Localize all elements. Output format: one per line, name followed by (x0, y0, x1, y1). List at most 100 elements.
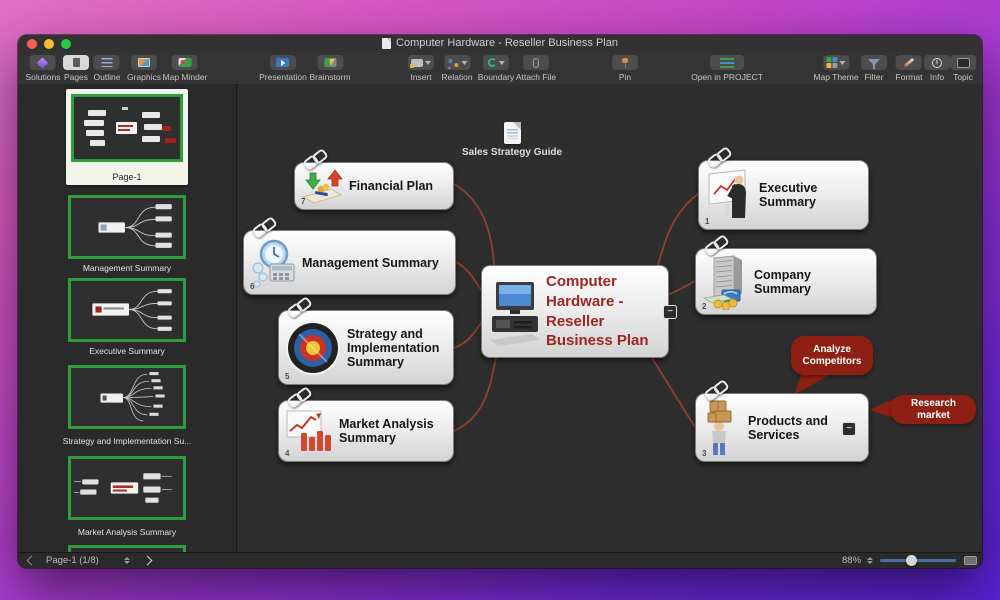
topic-number: 4 (285, 449, 289, 458)
topic-label: Strategy and Implementation Summary (347, 327, 445, 369)
toolbar-button-map-theme[interactable]: Map Theme (813, 55, 858, 82)
toolbar-label: Attach File (516, 73, 556, 82)
topic-number: 3 (702, 449, 706, 458)
desktop-wallpaper: Computer Hardware - Reseller Business Pl… (0, 0, 1000, 600)
page-thumbnail-label: Market Analysis Summary (18, 527, 236, 537)
topic-company-summary[interactable]: 2 Com (695, 248, 877, 315)
zoom-level: 88% (842, 553, 861, 568)
toolbar-label: Relation (441, 73, 472, 82)
page-thumbnail-label: Management Summary (18, 263, 236, 273)
zoom-slider[interactable] (880, 553, 956, 568)
topic-number: 5 (285, 372, 289, 381)
prev-page-button[interactable] (28, 553, 35, 568)
fit-to-window-button[interactable] (964, 553, 977, 568)
building-money-icon (702, 254, 748, 310)
toolbar-button-boundary[interactable]: Boundary (478, 55, 514, 82)
hyperlink-chain-icon (253, 218, 279, 235)
page-stepper[interactable] (124, 553, 130, 568)
topic-financial-plan[interactable]: 7 Financial Plan (294, 162, 454, 210)
gantt-icon (710, 55, 744, 70)
page-thumbnail-preview (71, 94, 183, 162)
topic-number: 7 (301, 197, 305, 206)
mindmap-canvas[interactable]: Sales Strategy Guide (238, 84, 982, 552)
toolbar-button-info[interactable]: i Info (924, 55, 950, 82)
target-icon (285, 320, 341, 376)
pin-icon (612, 55, 638, 70)
toolbar-button-solutions[interactable]: Solutions (26, 55, 61, 82)
central-topic-label: Computer Hardware - Reseller Business Pl… (546, 272, 660, 352)
outline-icon (94, 55, 120, 70)
topic-label: Company Summary (754, 268, 868, 296)
topic-number: 6 (250, 282, 254, 291)
attachment-sales-strategy-guide[interactable]: Sales Strategy Guide (464, 122, 560, 158)
page-thumbnail[interactable] (68, 195, 186, 259)
toolbar-button-attach-file[interactable]: Attach File (516, 55, 556, 82)
topic-label: Financial Plan (349, 179, 433, 193)
callout-analyze-competitors[interactable]: Analyze Competitors (791, 336, 873, 375)
topic-executive-summary[interactable]: 1 Executive Summary (698, 160, 869, 230)
toolbar-label: Outline (94, 73, 121, 82)
hyperlink-chain-icon (705, 236, 731, 253)
toolbar-label: Boundary (478, 73, 514, 82)
zoom-slider-thumb[interactable] (906, 555, 917, 566)
toolbar-button-pages[interactable]: Pages (63, 55, 89, 82)
hyperlink-chain-icon (708, 148, 734, 165)
paperclip-icon (523, 55, 549, 70)
attachment-label: Sales Strategy Guide (462, 147, 562, 158)
toolbar-button-brainstorm[interactable]: Brainstorm (309, 55, 350, 82)
toolbar-button-map-minder[interactable]: Map Minder (163, 55, 208, 82)
callout-research-market[interactable]: Research market (891, 395, 976, 424)
hyperlink-chain-icon (705, 381, 731, 398)
chevron-down-icon (425, 61, 431, 65)
toolbar-button-filter[interactable]: Filter (861, 55, 887, 82)
toolbar-button-open-in-project[interactable]: Open in PROJECT (691, 55, 763, 82)
toolbar-button-presentation[interactable]: Presentation (259, 55, 307, 82)
pen-icon (896, 55, 922, 70)
toolbar-button-relation[interactable]: Relation (441, 55, 472, 82)
topic-icon (950, 55, 976, 70)
boundary-icon (483, 55, 509, 70)
page-thumbnail-label: Strategy and Implementation Su... (18, 436, 236, 446)
topic-number: 2 (702, 302, 706, 311)
toolbar-label: Pages (64, 73, 88, 82)
collapse-button[interactable] (842, 422, 856, 436)
hyperlink-chain-icon (288, 388, 314, 405)
toolbar-label: Brainstorm (309, 73, 350, 82)
topic-label: Market Analysis Summary (339, 417, 445, 445)
toolbar-button-pin[interactable]: Pin (612, 55, 638, 82)
central-topic[interactable]: Computer Hardware - Reseller Business Pl… (481, 265, 669, 358)
zoom-stepper[interactable] (867, 553, 873, 568)
money-arrows-icon (301, 168, 343, 204)
toolbar-label: Map Minder (163, 73, 208, 82)
hyperlink-chain-icon (288, 298, 314, 315)
toolbar-button-outline[interactable]: Outline (94, 55, 121, 82)
info-icon: i (924, 55, 950, 70)
page-thumbnail-partial[interactable] (68, 545, 186, 552)
toolbar-button-topic[interactable]: Topic (950, 55, 976, 82)
toolbar-button-format[interactable]: Format (896, 55, 923, 82)
page-thumbnail[interactable] (68, 456, 186, 520)
toolbar-button-graphics[interactable]: Graphics (127, 55, 161, 82)
callout-label: Research market (898, 398, 969, 422)
topic-strategy-implementation-summary[interactable]: 5 Strategy and Implementation Summary (278, 310, 454, 385)
callout-label: Analyze Competitors (798, 344, 866, 368)
topic-number: 1 (705, 217, 709, 226)
page-thumbnail[interactable] (68, 365, 186, 429)
page-thumbnail-selected[interactable]: Page-1 (66, 89, 188, 185)
clock-calculator-icon (250, 237, 296, 289)
bar-chart-icon (285, 407, 333, 455)
topic-market-analysis-summary[interactable]: 4 Market Analysis Summary (278, 400, 454, 462)
toolbar-label: Graphics (127, 73, 161, 82)
chevron-down-icon (461, 61, 467, 65)
topic-management-summary[interactable]: 6 Management Summary (243, 230, 456, 295)
page-thumbnail[interactable] (68, 278, 186, 342)
presenter-icon (705, 168, 753, 222)
next-page-button[interactable] (144, 553, 151, 568)
collapse-button[interactable] (663, 305, 677, 319)
toolbar-label: Info (930, 73, 944, 82)
zoom-slider-track[interactable] (880, 559, 956, 562)
document-icon (382, 38, 391, 49)
toolbar-button-insert[interactable]: Insert (408, 55, 434, 82)
pages-sidebar: Page-1 Management Summary (18, 84, 237, 552)
page-thumbnail-label: Executive Summary (18, 346, 236, 356)
